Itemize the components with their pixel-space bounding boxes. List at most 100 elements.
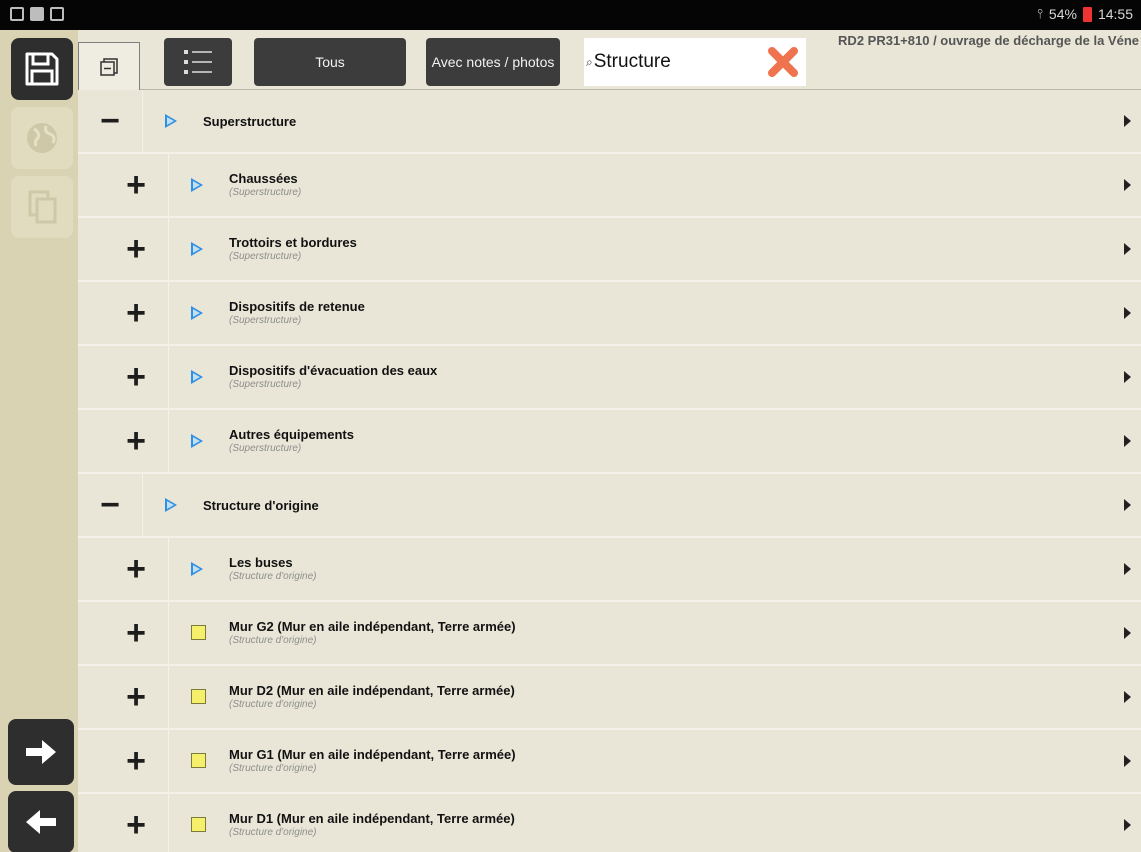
tree-row[interactable]: + Autres équipements (Superstructure) — [78, 410, 1141, 474]
filter-all-button[interactable]: Tous — [254, 38, 406, 86]
expand-plus-icon[interactable]: + — [104, 218, 168, 280]
tree-row[interactable]: + Chaussées (Superstructure) — [78, 154, 1141, 218]
tree-row[interactable]: + Mur D2 (Mur en aile indépendant, Terre… — [78, 666, 1141, 730]
tree-row-label: Les buses — [229, 555, 293, 570]
tree-row[interactable]: + Dispositifs d'évacuation des eaux (Sup… — [78, 346, 1141, 410]
tree-row-content[interactable]: Autres équipements (Superstructure) — [168, 410, 1141, 472]
expand-plus-icon[interactable]: + — [104, 794, 168, 852]
tree-row-content[interactable]: Dispositifs d'évacuation des eaux (Super… — [168, 346, 1141, 408]
tree-row-content[interactable]: Mur G2 (Mur en aile indépendant, Terre a… — [168, 602, 1141, 664]
list-icon — [184, 50, 212, 74]
tree-row-parent: (Structure d'origine) — [229, 763, 317, 774]
expand-plus-icon[interactable]: + — [104, 666, 168, 728]
tree-row-label: Superstructure — [203, 114, 297, 129]
floppy-disk-icon — [25, 52, 59, 86]
previous-button[interactable] — [8, 791, 74, 852]
play-icon — [191, 370, 203, 384]
expand-plus-icon[interactable]: + — [104, 346, 168, 408]
chevron-right-icon[interactable] — [1124, 179, 1131, 191]
chevron-right-icon[interactable] — [1124, 627, 1131, 639]
tree-row-label: Trottoirs et bordures — [229, 235, 357, 250]
tree-row[interactable]: + Mur G2 (Mur en aile indépendant, Terre… — [78, 602, 1141, 666]
collapse-all-icon — [100, 57, 118, 76]
tree-row-content[interactable]: Mur D2 (Mur en aile indépendant, Terre a… — [168, 666, 1141, 728]
tree-row-label: Structure d'origine — [203, 498, 319, 513]
arrow-left-icon — [26, 810, 56, 834]
clock: 14:55 — [1097, 6, 1133, 22]
chevron-right-icon[interactable] — [1124, 499, 1131, 511]
search-input[interactable] — [593, 51, 759, 73]
play-icon — [191, 306, 203, 320]
structure-tree: − Superstructure + Chaussées (Superstruc… — [78, 90, 1141, 852]
tree-row[interactable]: + Mur G1 (Mur en aile indépendant, Terre… — [78, 730, 1141, 794]
play-icon — [191, 434, 203, 448]
filter-notes-photos-button[interactable]: Avec notes / photos — [426, 38, 560, 86]
tree-row-parent: (Structure d'origine) — [229, 699, 317, 710]
tree-row-label: Mur D2 (Mur en aile indépendant, Terre a… — [229, 683, 515, 698]
tree-row-parent: (Structure d'origine) — [229, 571, 317, 582]
system-status: ⫯ 54% 14:55 — [1037, 6, 1133, 22]
copy-button[interactable] — [11, 176, 73, 238]
save-button[interactable] — [11, 38, 73, 100]
app-notification-icon — [30, 7, 44, 21]
tree-row-content[interactable]: Dispositifs de retenue (Superstructure) — [168, 282, 1141, 344]
tree-group-row[interactable]: − Superstructure — [78, 90, 1141, 154]
tree-row-content[interactable]: Chaussées (Superstructure) — [168, 154, 1141, 216]
tree-row[interactable]: + Les buses (Structure d'origine) — [78, 538, 1141, 602]
expand-plus-icon[interactable]: + — [104, 410, 168, 472]
chevron-right-icon[interactable] — [1124, 115, 1131, 127]
chevron-right-icon[interactable] — [1124, 819, 1131, 831]
chevron-right-icon[interactable] — [1124, 371, 1131, 383]
tree-row-parent: (Superstructure) — [229, 251, 302, 262]
battery-level: 54% — [1048, 6, 1077, 22]
tree-row-content[interactable]: Mur D1 (Mur en aile indépendant, Terre a… — [168, 794, 1141, 852]
expand-plus-icon[interactable]: + — [104, 282, 168, 344]
tree-row-label: Dispositifs de retenue — [229, 299, 365, 314]
structure-title: RD2 PR31+810 / ouvrage de décharge de la… — [838, 33, 1139, 48]
collapse-all-button[interactable] — [78, 42, 140, 90]
tree-row-label: Autres équipements — [229, 427, 354, 442]
expand-plus-icon[interactable]: + — [104, 154, 168, 216]
tree-row-parent: (Structure d'origine) — [229, 827, 317, 838]
expand-plus-icon[interactable]: + — [104, 602, 168, 664]
tree-row-content[interactable]: Structure d'origine — [142, 474, 1141, 536]
next-button[interactable] — [8, 719, 74, 785]
tree-row[interactable]: + Mur D1 (Mur en aile indépendant, Terre… — [78, 794, 1141, 852]
globe-button[interactable] — [11, 107, 73, 169]
play-icon — [165, 114, 177, 128]
toolbar: Tous Avec notes / photos ⌕ RD2 PR31+810 … — [78, 30, 1141, 90]
list-view-button[interactable] — [164, 38, 232, 86]
tree-row[interactable]: + Dispositifs de retenue (Superstructure… — [78, 282, 1141, 346]
status-square-icon — [191, 689, 206, 704]
chevron-right-icon[interactable] — [1124, 563, 1131, 575]
chevron-right-icon[interactable] — [1124, 243, 1131, 255]
battery-icon — [1082, 6, 1092, 22]
play-icon — [165, 498, 177, 512]
play-icon — [191, 178, 203, 192]
globe-icon — [27, 123, 57, 153]
download-notification-icon — [50, 7, 64, 21]
chevron-right-icon[interactable] — [1124, 307, 1131, 319]
chevron-right-icon[interactable] — [1124, 691, 1131, 703]
tree-row-content[interactable]: Trottoirs et bordures (Superstructure) — [168, 218, 1141, 280]
tree-row[interactable]: + Trottoirs et bordures (Superstructure) — [78, 218, 1141, 282]
chevron-right-icon[interactable] — [1124, 755, 1131, 767]
expand-plus-icon[interactable]: + — [104, 730, 168, 792]
tree-row-parent: (Superstructure) — [229, 187, 302, 198]
tree-group-row[interactable]: − Structure d'origine — [78, 474, 1141, 538]
collapse-minus-icon[interactable]: − — [78, 474, 142, 536]
sidebar — [0, 30, 78, 852]
gallery-notification-icon — [10, 7, 24, 21]
status-bar: ⫯ 54% 14:55 — [0, 0, 1141, 30]
chevron-right-icon[interactable] — [1124, 435, 1131, 447]
tree-row-content[interactable]: Les buses (Structure d'origine) — [168, 538, 1141, 600]
expand-plus-icon[interactable]: + — [104, 538, 168, 600]
collapse-minus-icon[interactable]: − — [78, 90, 142, 152]
search-icon: ⌕ — [586, 54, 593, 69]
wifi-icon: ⫯ — [1037, 6, 1043, 21]
clear-x-icon[interactable] — [766, 45, 800, 79]
tree-row-content[interactable]: Superstructure — [142, 90, 1141, 152]
copy-icon — [28, 190, 57, 224]
arrow-right-icon — [26, 740, 56, 764]
tree-row-content[interactable]: Mur G1 (Mur en aile indépendant, Terre a… — [168, 730, 1141, 792]
